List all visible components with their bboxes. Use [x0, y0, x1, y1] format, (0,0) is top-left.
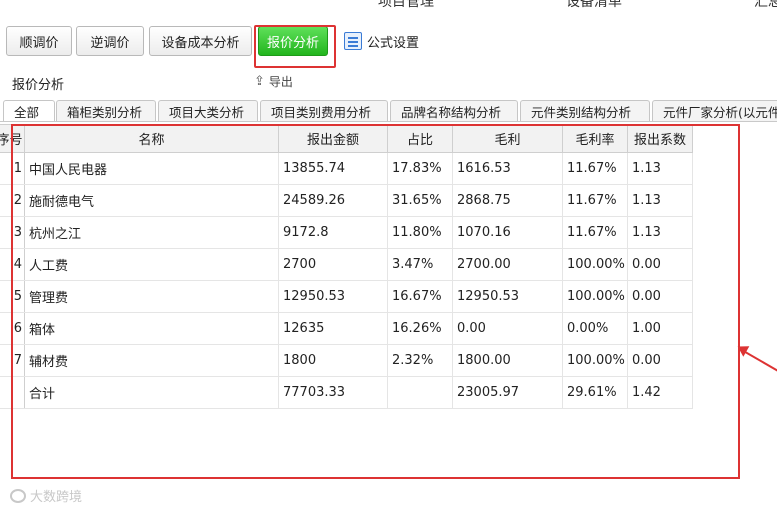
analysis-tab-strip: 全部 箱柜类别分析 项目大类分析 项目类别费用分析 品牌名称结构分析 元件类别结… [0, 98, 777, 122]
equipment-cost-analysis-button[interactable]: 设备成本分析 [149, 26, 252, 56]
export-button[interactable]: ⇪ 导出 [254, 73, 293, 90]
tab-component-category-structure[interactable]: 元件类别结构分析 [520, 100, 650, 121]
watermark: 大数跨境 [10, 486, 82, 505]
export-label: 导出 [268, 75, 293, 89]
menu-item-summary[interactable]: 汇总 [754, 0, 777, 11]
tab-project-category-cost[interactable]: 项目类别费用分析 [260, 100, 388, 121]
top-menu-bar: 项目管理 设备清单 汇总 [0, 0, 777, 12]
formula-settings-button[interactable]: 公式设置 [344, 30, 419, 52]
reverse-price-adjust-button[interactable]: 逆调价 [76, 26, 144, 56]
menu-item-project[interactable]: 项目管理 [378, 0, 434, 11]
toolbar: 顺调价 逆调价 设备成本分析 报价分析 公式设置 [0, 14, 777, 72]
watermark-text: 大数跨境 [30, 490, 83, 505]
section-title: 报价分析 [12, 78, 65, 93]
menu-item-equipment-list[interactable]: 设备清单 [566, 0, 622, 11]
formula-settings-label: 公式设置 [367, 35, 420, 51]
watermark-logo-icon [10, 488, 26, 503]
table-annotation-box [11, 124, 740, 479]
tab-all[interactable]: 全部 [3, 100, 55, 121]
tab-cabinet-category[interactable]: 箱柜类别分析 [56, 100, 156, 121]
tab-project-major-category[interactable]: 项目大类分析 [158, 100, 258, 121]
formula-table-icon [344, 32, 362, 50]
export-icon: ⇪ [254, 74, 265, 89]
highlight-annotation-box [254, 25, 336, 68]
forward-price-adjust-button[interactable]: 顺调价 [6, 26, 72, 56]
tab-brand-structure[interactable]: 品牌名称结构分析 [390, 100, 518, 121]
sub-header-bar: 报价分析 ⇪ 导出 [0, 72, 777, 94]
tab-component-vendor[interactable]: 元件厂家分析(以元件 [652, 100, 777, 121]
